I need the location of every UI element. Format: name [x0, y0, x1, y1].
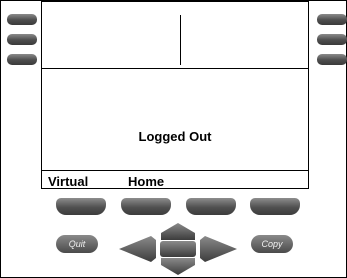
header-divider-vertical — [180, 15, 181, 65]
line-key-left-3[interactable] — [7, 54, 37, 65]
softkey-label-2: Home — [128, 174, 165, 189]
softkey-label-1: Virtual — [48, 174, 89, 189]
softkey-button-4[interactable] — [250, 198, 300, 215]
nav-down-button[interactable] — [161, 258, 195, 275]
quit-button[interactable]: Quit — [56, 235, 98, 253]
header-divider — [42, 68, 308, 69]
line-key-left-1[interactable] — [7, 14, 37, 25]
phone-frame: Logged Out Virtual Home Quit Copy — [0, 0, 347, 278]
line-key-right-2[interactable] — [317, 34, 347, 45]
display-screen: Logged Out Virtual Home — [41, 1, 309, 189]
softkey-button-2[interactable] — [121, 198, 171, 215]
softkey-divider — [42, 170, 308, 171]
softkey-button-1[interactable] — [56, 198, 106, 215]
softkey-button-3[interactable] — [186, 198, 236, 215]
line-key-right-3[interactable] — [317, 54, 347, 65]
nav-center-button[interactable] — [160, 241, 196, 257]
copy-button[interactable]: Copy — [251, 235, 293, 253]
navigation-pad — [118, 223, 238, 275]
nav-up-button[interactable] — [161, 223, 195, 240]
nav-right-button[interactable] — [200, 236, 237, 262]
status-text: Logged Out — [138, 129, 212, 144]
nav-left-button[interactable] — [119, 236, 156, 262]
line-key-left-2[interactable] — [7, 34, 37, 45]
line-key-right-1[interactable] — [317, 14, 347, 25]
